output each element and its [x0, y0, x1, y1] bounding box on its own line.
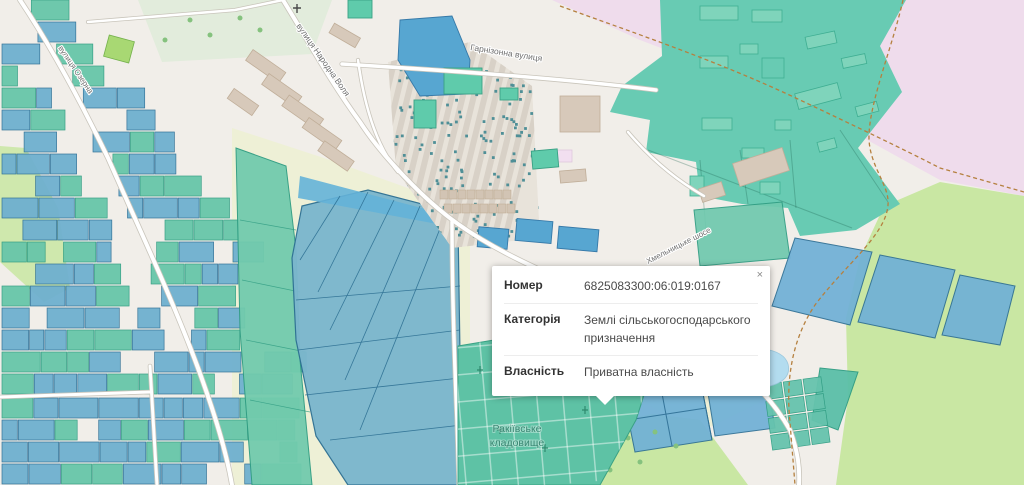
parcel-category-value: Землі сільськогосподарського призначення	[584, 312, 758, 347]
map-canvas[interactable]: вулиця Народна Воля Гарнізонна вулиця Хм…	[0, 0, 1024, 485]
popup-close-icon[interactable]: ×	[757, 270, 763, 281]
popup-row-ownership: Власність Приватна власність	[504, 355, 758, 389]
popup-row-label: Категорія	[504, 312, 576, 347]
parcel-number-value: 6825083300:06:019:0167	[584, 278, 758, 295]
popup-row-category: Категорія Землі сільськогосподарського п…	[504, 303, 758, 355]
popup-row-label: Власність	[504, 364, 576, 381]
popup-row-number: Номер 6825083300:06:019:0167	[504, 270, 758, 303]
popup-row-label: Номер	[504, 278, 576, 295]
parcel-info-popup: × Номер 6825083300:06:019:0167 Категорія…	[492, 266, 770, 396]
parcel-ownership-value: Приватна власність	[584, 364, 758, 381]
cemetery-label-line2: кладовище	[490, 437, 545, 449]
cadastral-map-view: вулиця Народна Воля Гарнізонна вулиця Хм…	[0, 0, 1024, 485]
cemetery-label-line1: Ракіївське	[492, 423, 541, 435]
